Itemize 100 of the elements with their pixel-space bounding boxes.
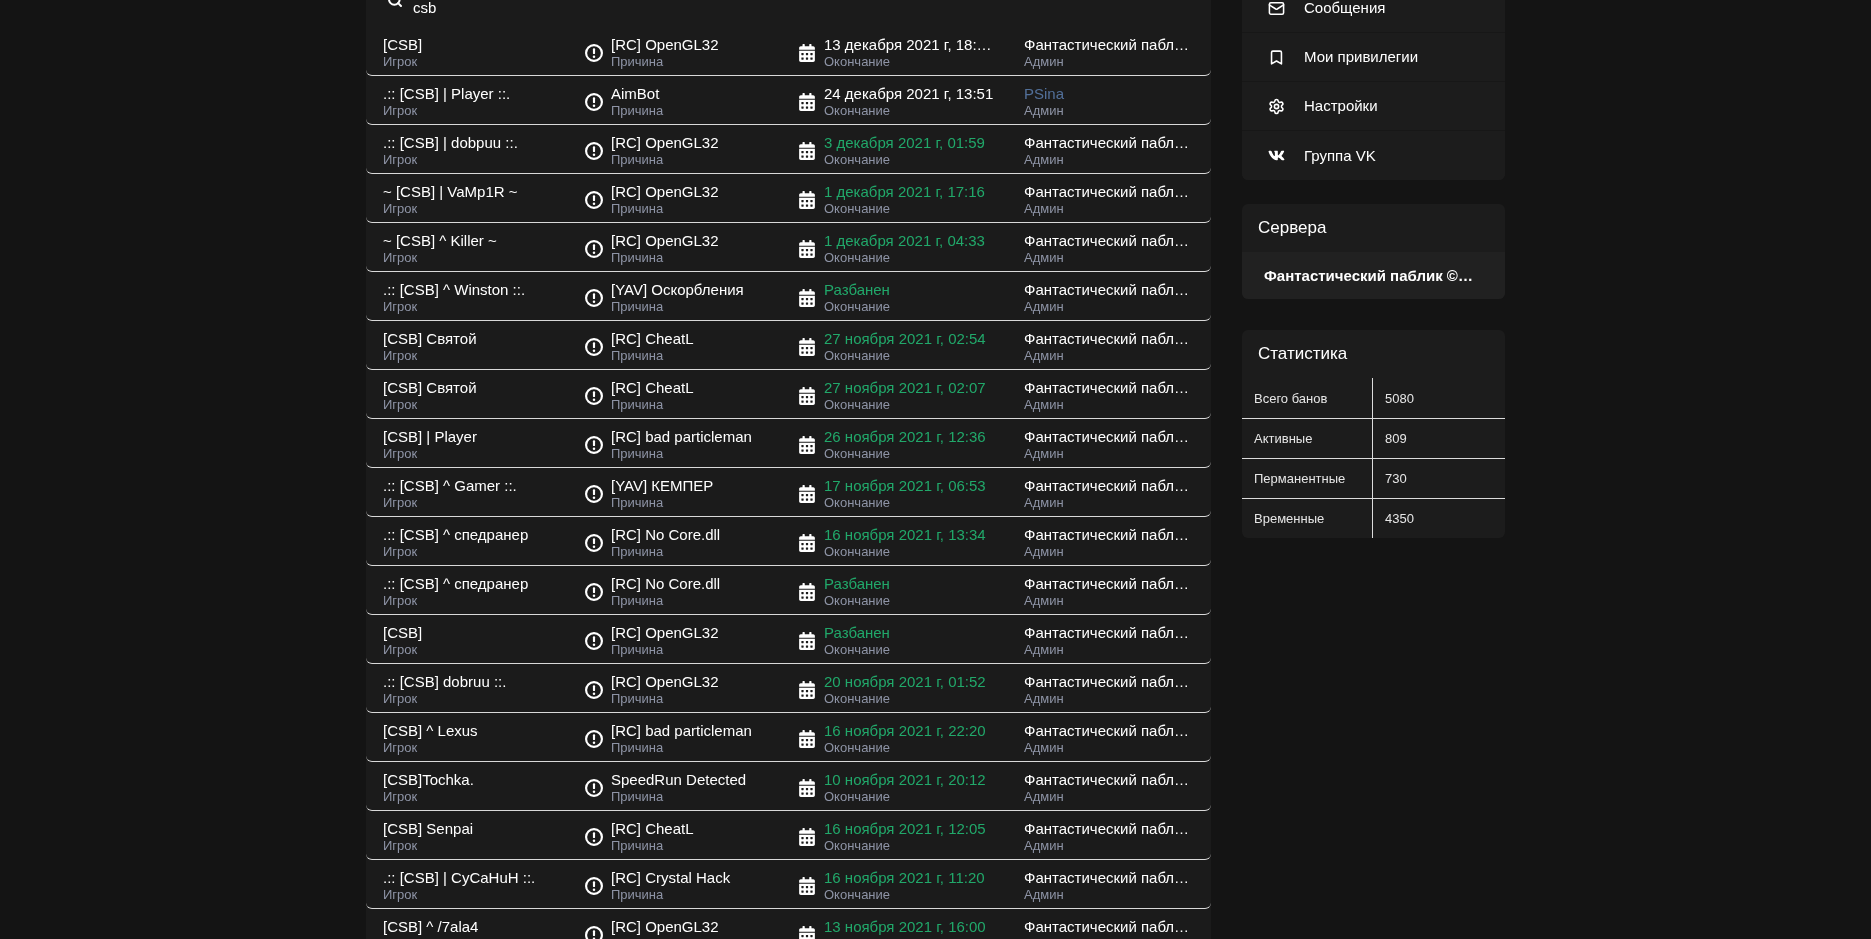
end-date: 16 ноября 2021 г, 12:05 [824,820,986,838]
end-caption: Окончание [824,152,892,168]
search-field[interactable]: csb [413,0,733,17]
player-name: .:: [CSB] ^ спедранер [383,575,529,593]
reason-caption: Причина [611,397,665,413]
ban-row[interactable]: .:: [CSB] | CyCaHuH ::. Игрок [RC] Crystal Hack Причина 16 ноября 2021 г, 11:20 Окончание Фантастический пабл… Админ [366,860,1211,909]
ban-row[interactable]: .:: [CSB] ^ спедранер Игрок [RC] No Core.dll Причина Разбанен Окончание Фантастический пабл… Админ [366,566,1211,615]
end-caption: Окончание [824,642,891,658]
ban-row[interactable]: ~ [CSB] ^ Killer ~ Игрок [RC] OpenGL32 Причина 1 декабря 2021 г, 04:33 Окончание Фантастический пабл… Админ [366,223,1211,272]
reason-caption: Причина [611,593,665,609]
alert-icon [585,485,603,503]
player-caption: Игрок [383,348,419,364]
end-date: 16 ноября 2021 г, 11:20 [824,869,985,887]
ban-row[interactable]: [CSB] ^ Lexus Игрок [RC] bad particleman Причина 16 ноября 2021 г, 22:20 Окончание Фантастический пабл… Админ [366,713,1211,762]
player-caption: Игрок [383,152,419,168]
server-item[interactable]: Фантастический паблик ©… [1242,252,1505,299]
stat-label: Всего банов [1242,378,1373,418]
admin-caption: Админ [1024,152,1065,168]
calendar-icon [798,583,816,601]
ban-row[interactable]: .:: [CSB] ^ Gamer ::. Игрок [YAV] КЕМПЕР Причина 17 ноября 2021 г, 06:53 Окончание Фантастический пабл… Админ [366,468,1211,517]
admin-caption: Админ [1024,201,1065,217]
admin-caption: Админ [1024,838,1065,854]
stat-value: 809 [1384,430,1408,448]
calendar-icon [798,338,816,356]
player-name: [CSB]Tochka. [383,771,474,789]
player-caption: Игрок [383,397,419,413]
admin-name: Фантастический пабл… [1024,477,1190,495]
ban-row[interactable]: [CSB] | Player Игрок [RC] bad particleman Причина 26 ноября 2021 г, 12:36 Окончание Фантастический пабл… Админ [366,419,1211,468]
ban-row[interactable]: .:: [CSB] | Player ::. Игрок AimBot Причина 24 декабря 2021 г, 13:51 Окончание PSina Админ [366,76,1211,125]
card-title: Статистика [1257,343,1349,365]
end-caption: Окончание [824,397,892,413]
player-caption: Игрок [383,299,419,315]
reason-caption: Причина [611,54,665,70]
reason-text: [RC] OpenGL32 [611,673,719,691]
reason-caption: Причина [611,250,665,266]
reason-text: [YAV] Оскорбления [611,281,744,299]
reason-text: [RC] Crystal Hack [611,869,731,887]
player-name: ~ [CSB] ^ Killer ~ [383,232,497,250]
ban-row[interactable]: [CSB] Святой Игрок [RC] CheatL Причина 27 ноября 2021 г, 02:07 Окончание Фантастический пабл… Админ [366,370,1211,419]
calendar-icon [798,534,816,552]
player-name: .:: [CSB] dobruu ::. [383,673,507,691]
ban-row[interactable]: .:: [CSB] ^ Winston ::. Игрок [YAV] Оскорбления Причина Разбанен Окончание Фантастический пабл… Админ [366,272,1211,321]
player-name: .:: [CSB] | CyCaHuH ::. [383,869,536,887]
reason-text: [RC] No Core.dll [611,575,721,593]
reason-caption: Причина [611,103,664,119]
calendar-icon [798,485,816,503]
admin-name: Фантастический пабл… [1024,918,1190,936]
player-name: .:: [CSB] ^ спедранер [383,526,529,544]
alert-icon [585,632,603,650]
ban-row[interactable]: ~ [CSB] | VaMp1R ~ Игрок [RC] OpenGL32 Причина 1 декабря 2021 г, 17:16 Окончание Фантастический пабл… Админ [366,174,1211,223]
ban-row[interactable]: .:: [CSB] | dobpuu ::. Игрок [RC] OpenGL32 Причина 3 декабря 2021 г, 01:59 Окончание Фантастический пабл… Админ [366,125,1211,174]
end-caption: Окончание [824,54,892,70]
ban-row[interactable]: [CSB] ^ /7ala4 [RC] OpenGL32 13 ноября 2021 г, 16:00 Фантастический пабл… [366,909,1211,939]
ban-row[interactable]: [CSB] Игрок [RC] OpenGL32 Причина 13 декабря 2021 г, 18:… Окончание Фантастический пабл… Админ [366,27,1211,76]
bookmark-icon [1268,48,1285,66]
reason-text: [RC] No Core.dll [611,526,721,544]
stat-value: 730 [1384,470,1408,488]
end-date: 20 ноября 2021 г, 01:52 [824,673,986,691]
reason-caption: Причина [611,446,665,462]
mail-icon [1268,0,1285,17]
player-name: [CSB] Святой [383,330,477,348]
end-caption: Окончание [824,201,892,217]
end-date: Разбанен [824,281,891,299]
end-caption: Окончание [824,838,892,854]
reason-text: [RC] CheatL [611,820,694,838]
alert-icon [585,583,603,601]
reason-text: [RC] OpenGL32 [611,134,719,152]
admin-name: Фантастический пабл… [1024,134,1190,152]
player-caption: Игрок [383,54,419,70]
end-date: 13 ноября 2021 г, 16:00 [824,918,986,936]
admin-name: Фантастический пабл… [1024,183,1190,201]
alert-icon [585,44,603,62]
reason-caption: Причина [611,152,665,168]
player-caption: Игрок [383,593,419,609]
reason-text: [RC] CheatL [611,379,694,397]
player-name: [CSB] [383,624,423,642]
ban-row[interactable]: [CSB] Senpai Игрок [RC] CheatL Причина 16 ноября 2021 г, 12:05 Окончание Фантастический пабл… Админ [366,811,1211,860]
ban-row[interactable]: [CSB] Святой Игрок [RC] CheatL Причина 27 ноября 2021 г, 02:54 Окончание Фантастический пабл… Админ [366,321,1211,370]
end-caption: Окончание [824,250,892,266]
calendar-icon [798,779,816,797]
reason-text: [RC] OpenGL32 [611,624,719,642]
end-date: Разбанен [824,575,891,593]
ban-row[interactable]: .:: [CSB] ^ спедранер Игрок [RC] No Core.dll Причина 16 ноября 2021 г, 13:34 Окончание Фантастический пабл… Админ [366,517,1211,566]
player-caption: Игрок [383,887,419,903]
stat-label: Активные [1242,419,1373,458]
reason-caption: Причина [611,642,665,658]
admin-caption: Админ [1024,544,1065,560]
ban-row[interactable]: [CSB] Игрок [RC] OpenGL32 Причина Разбанен Окончание Фантастический пабл… Админ [366,615,1211,664]
calendar-icon [798,877,816,895]
stat-value: 5080 [1384,389,1415,408]
player-name: .:: [CSB] ^ Gamer ::. [383,477,517,495]
reason-caption: Причина [611,299,665,315]
admin-caption: Админ [1024,299,1065,315]
reason-text: [RC] OpenGL32 [611,183,719,201]
nav-item[interactable]: Сообщения [1242,0,1505,33]
calendar-icon [798,93,816,111]
end-date: 3 декабря 2021 г, 01:59 [824,134,985,152]
ban-row[interactable]: [CSB]Tochka. Игрок SpeedRun Detected Причина 10 ноября 2021 г, 20:12 Окончание Фантастический пабл… Админ [366,762,1211,811]
ban-row[interactable]: .:: [CSB] dobruu ::. Игрок [RC] OpenGL32 Причина 20 ноября 2021 г, 01:52 Окончание Фантастический пабл… Админ [366,664,1211,713]
end-caption: Окончание [824,495,892,511]
